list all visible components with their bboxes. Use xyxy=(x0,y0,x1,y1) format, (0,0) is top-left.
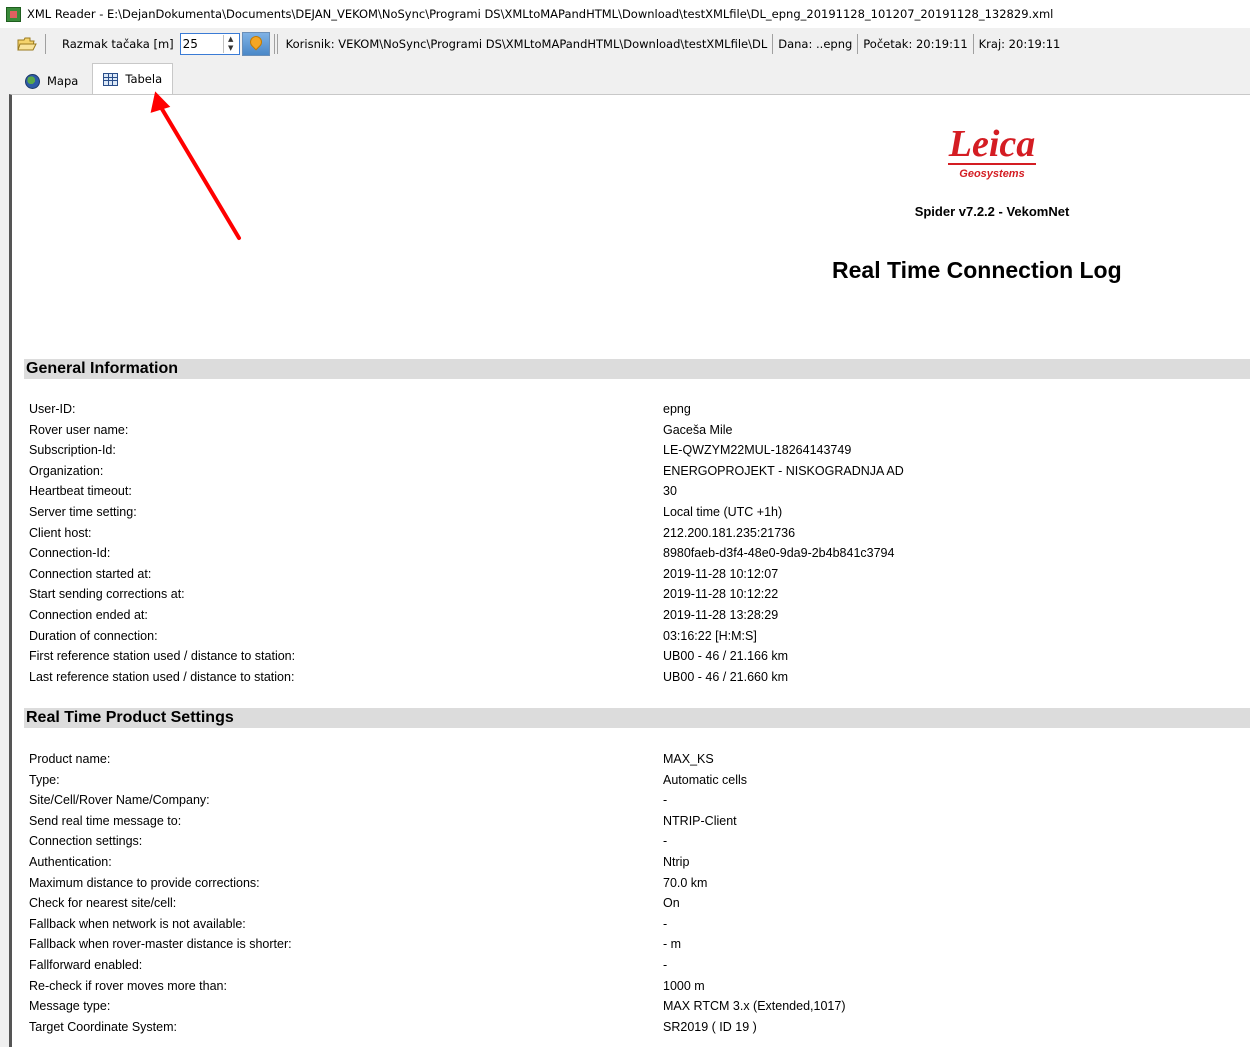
razmak-input[interactable]: 25 ▲ ▼ xyxy=(179,33,240,55)
row-label: User-ID: xyxy=(29,402,76,416)
row-value: NTRIP-Client xyxy=(663,813,737,828)
spin-up-icon[interactable]: ▲ xyxy=(224,35,238,44)
row-label: Heartbeat timeout: xyxy=(29,484,132,499)
row-label: Type: xyxy=(29,772,60,787)
row-value: - xyxy=(663,793,668,808)
row-label: Duration of connection: xyxy=(29,628,158,643)
row-value: 2019-11-28 13:28:29 xyxy=(663,607,779,622)
row-value: 2019-11-28 10:12:22 xyxy=(663,587,779,602)
row-value: epng xyxy=(663,402,691,416)
row-label: Connection settings: xyxy=(29,834,143,849)
toolbar: Razmak tačaka [m] 25 ▲ ▼ Korisnik: VEKOM… xyxy=(0,28,1250,60)
row-label: Authentication: xyxy=(29,854,112,869)
row-value: UB00 - 46 / 21.660 km xyxy=(663,669,789,684)
row-value: UB00 - 46 / 21.166 km xyxy=(663,649,789,664)
row-value: 03:16:22 [H:M:S] xyxy=(663,628,757,643)
row-value: ENERGOPROJEKT - NISKOGRADNJA AD xyxy=(663,463,904,478)
toolbar-separator xyxy=(772,34,774,54)
row-value: Automatic cells xyxy=(663,772,748,787)
row-value: - xyxy=(663,916,668,931)
row-value: 70.0 km xyxy=(663,875,708,890)
toolbar-separator xyxy=(45,34,46,54)
row-label: Maximum distance to provide corrections: xyxy=(29,875,260,890)
row-value: 30 xyxy=(663,484,677,499)
leica-logo: Leica Geosystems xyxy=(942,125,1042,180)
pocetak-text: Početak: 20:19:11 xyxy=(863,37,968,51)
table-icon xyxy=(103,72,119,86)
dana-text: Dana: ..epng xyxy=(778,37,853,51)
row-label: Server time setting: xyxy=(29,504,137,519)
row-value: - xyxy=(663,957,668,972)
row-label: Fallback when network is not available: xyxy=(29,916,246,931)
row-label: Fallback when rover-master distance is s… xyxy=(29,937,292,952)
tab-label: Tabela xyxy=(125,72,163,86)
row-label: Fallforward enabled: xyxy=(29,957,143,972)
row-label: Message type: xyxy=(29,999,111,1014)
row-label: Send real time message to: xyxy=(29,813,182,828)
row-value: 8980faeb-d3f4-48e0-9da9-2b4b841c3794 xyxy=(663,546,895,561)
row-label: Re-check if rover moves more than: xyxy=(29,978,227,993)
toolbar-separator xyxy=(857,34,859,54)
map-pin-icon xyxy=(247,33,265,51)
row-value: - xyxy=(663,834,668,849)
row-value: MAX RTCM 3.x (Extended,1017) xyxy=(663,999,846,1014)
row-label: Connection ended at: xyxy=(29,607,148,622)
map-pin-button[interactable] xyxy=(241,32,270,56)
row-value: Local time (UTC +1h) xyxy=(663,504,783,519)
row-value: Ntrip xyxy=(663,854,690,869)
window-title: XML Reader - E:\DejanDokumenta\Documents… xyxy=(27,7,1054,21)
korisnik-text: Korisnik: VEKOM\NoSync\Programi DS\XMLto… xyxy=(285,37,768,51)
row-value: 2019-11-28 10:12:07 xyxy=(663,566,779,581)
row-value: - m xyxy=(663,937,682,952)
app-icon xyxy=(6,6,21,22)
row-label: Check for nearest site/cell: xyxy=(29,896,177,911)
kraj-text: Kraj: 20:19:11 xyxy=(978,37,1061,51)
title-bar: XML Reader - E:\DejanDokumenta\Documents… xyxy=(0,0,1250,28)
row-label: Start sending corrections at: xyxy=(29,587,185,602)
page-title: Real Time Connection Log xyxy=(832,257,1122,283)
tab-mapa[interactable]: Mapa xyxy=(15,68,88,94)
logo-sub: Geosystems xyxy=(959,168,1025,180)
row-value: MAX_KS xyxy=(663,752,714,766)
razmak-spinner[interactable]: ▲ ▼ xyxy=(222,35,238,53)
spin-down-icon[interactable]: ▼ xyxy=(224,44,238,53)
row-label: Product name: xyxy=(29,752,111,766)
row-label: Subscription-Id: xyxy=(29,443,116,458)
tab-label: Mapa xyxy=(47,74,79,88)
annotation-arrow xyxy=(150,91,241,240)
row-label: Last reference station used / distance t… xyxy=(29,669,295,684)
logo-word: Leica xyxy=(948,123,1036,165)
section-heading-general: General Information xyxy=(24,359,1250,379)
row-label: Connection-Id: xyxy=(29,546,111,561)
toolbar-separator xyxy=(972,34,974,54)
row-label: Site/Cell/Rover Name/Company: xyxy=(29,793,210,808)
row-label: Target Coordinate System: xyxy=(29,1019,177,1034)
row-value: LE-QWZYM22MUL-18264143749 xyxy=(663,443,852,458)
row-value: 1000 m xyxy=(663,978,705,993)
toolbar-separator xyxy=(273,34,275,54)
toolbar-separator xyxy=(276,34,278,54)
open-folder-icon[interactable] xyxy=(17,36,37,52)
software-version: Spider v7.2.2 - VekomNet xyxy=(914,204,1070,219)
row-label: Organization: xyxy=(29,463,104,478)
section-heading-product: Real Time Product Settings xyxy=(24,708,1250,728)
row-value: SR2019 ( ID 19 ) xyxy=(663,1019,757,1034)
razmak-label: Razmak tačaka [m] xyxy=(62,37,174,51)
row-value: 212.200.181.235:21736 xyxy=(663,525,796,540)
row-value: On xyxy=(663,896,680,911)
row-label: First reference station used / distance … xyxy=(29,649,296,664)
razmak-value[interactable]: 25 xyxy=(181,37,198,51)
row-label: Connection started at: xyxy=(29,566,152,581)
row-label: Rover user name: xyxy=(29,422,129,437)
row-label: Client host: xyxy=(29,525,92,540)
globe-icon xyxy=(25,73,40,89)
row-value: Gaceša Mile xyxy=(663,422,733,437)
